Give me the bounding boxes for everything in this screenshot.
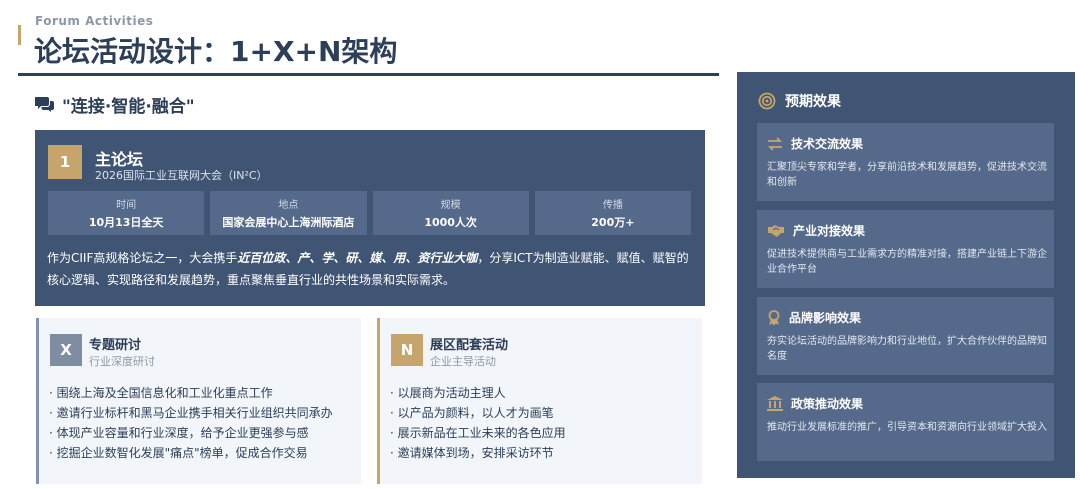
expected-effects-heading: 预期效果: [758, 91, 841, 111]
desc-emphasis: 近百位政、产、学、研、媒、用、资行业大咖: [237, 251, 478, 265]
effect-card-brand-influence: 品牌影响效果 夯实论坛活动的品牌影响力和行业地位，扩大合作伙伴的品牌知名度: [757, 297, 1054, 375]
main-forum-card: 1 主论坛 2026国际工业互联网大会（IN²C） 时间 10月13日全天 地点…: [35, 130, 705, 306]
main-forum-subtitle: 2026国际工业互联网大会（IN²C）: [95, 169, 268, 182]
comments-icon: [35, 97, 54, 112]
award-icon: [768, 309, 780, 325]
stat-label: 传播: [602, 200, 623, 211]
stat-value: 国家会展中心上海洲际酒店: [222, 216, 355, 229]
desc-text: 作为CIIF高规格论坛之一，大会携手: [47, 251, 238, 265]
effect-description: 促进技术提供商与工业需求方的精准对接，搭建产业链上下游企业合作平台: [767, 249, 1047, 275]
list-item: · 体现产业容量和行业深度，给予企业更强参与感: [49, 426, 309, 440]
effect-card-tech-exchange: 技术交流效果 汇聚顶尖专家和学者，分享前沿技术和发展趋势，促进技术交流和创新: [757, 123, 1054, 201]
effect-heading: 产业对接效果: [767, 222, 865, 239]
exhibit-activities-list: · 以展商为活动主理人 · 以产品为颜料，以人才为画笔 · 展示新品在工业未来的…: [390, 383, 566, 463]
expected-effects-title: 预期效果: [785, 94, 841, 110]
main-forum-badge: 1: [48, 145, 82, 179]
exhibit-activities-card: N 展区配套活动 企业主导活动 · 以展商为活动主理人 · 以产品为颜料，以人才…: [377, 318, 702, 484]
topic-seminar-card: X 专题研讨 行业深度研讨 · 围绕上海及全国信息化和工业化重点工作 · 邀请行…: [36, 318, 361, 484]
exhibit-activities-title: 展区配套活动: [430, 338, 509, 353]
effect-description: 汇聚顶尖专家和学者，分享前沿技术和发展趋势，促进技术交流和创新: [767, 162, 1047, 188]
effect-heading: 技术交流效果: [767, 135, 863, 152]
topic-seminar-title: 专题研讨: [89, 338, 142, 353]
topic-seminar-badge: X: [50, 334, 82, 366]
card-accent-bar: [36, 318, 39, 484]
stat-label: 地点: [278, 200, 299, 211]
list-item: · 邀请行业标杆和黑马企业携手相关行业组织共同承办: [49, 406, 333, 420]
stat-venue: 地点 国家会展中心上海洲际酒店: [210, 191, 367, 235]
effect-title: 政策推动效果: [791, 397, 864, 411]
list-item: · 邀请媒体到场，安排采访环节: [390, 446, 554, 460]
main-forum-description: 作为CIIF高规格论坛之一，大会携手近百位政、产、学、研、媒、用、资行业大咖，分…: [47, 247, 695, 291]
exhibit-activities-subtitle: 企业主导活动: [430, 355, 496, 368]
handshake-icon: [768, 224, 784, 237]
effect-title: 品牌影响效果: [789, 311, 862, 325]
section-heading: "连接·智能·融合": [35, 93, 195, 117]
stat-label: 时间: [116, 200, 137, 211]
list-item: · 围绕上海及全国信息化和工业化重点工作: [49, 386, 273, 400]
page-title: 论坛活动设计：1+X+N架构: [34, 35, 398, 68]
effect-title: 技术交流效果: [791, 137, 864, 151]
list-item: · 以产品为颜料，以人才为画笔: [390, 406, 554, 420]
header-eyebrow: Forum Activities: [35, 14, 154, 28]
stat-value: 200万+: [591, 216, 635, 229]
effect-card-policy-promotion: 政策推动效果 推动行业发展标准的推广，引导资本和资源向行业领域扩大投入: [757, 383, 1054, 461]
list-item: · 挖掘企业数智化发展"痛点"榜单，促成合作交易: [49, 446, 308, 460]
stat-scale: 规模 1000人次: [372, 191, 529, 235]
section-title: "连接·智能·融合": [62, 96, 195, 117]
stat-reach: 传播 200万+: [534, 191, 691, 235]
page-header: Forum Activities 论坛活动设计：1+X+N架构: [18, 12, 718, 78]
effect-heading: 品牌影响效果: [767, 309, 861, 326]
card-accent-bar: [377, 318, 380, 484]
target-icon: [758, 92, 776, 110]
effect-description: 夯实论坛活动的品牌影响力和行业地位，扩大合作伙伴的品牌知名度: [767, 336, 1047, 362]
stat-label: 规模: [440, 200, 461, 211]
list-item: · 以展商为活动主理人: [390, 386, 506, 400]
effect-title: 产业对接效果: [793, 224, 866, 238]
topic-seminar-subtitle: 行业深度研讨: [89, 355, 155, 368]
exhibit-activities-badge: N: [391, 334, 423, 366]
stat-value: 1000人次: [424, 216, 477, 229]
stat-value: 10月13日全天: [88, 216, 164, 229]
effect-heading: 政策推动效果: [767, 395, 863, 412]
header-accent-bar: [18, 25, 21, 45]
effect-card-industry-matching: 产业对接效果 促进技术提供商与工业需求方的精准对接，搭建产业链上下游企业合作平台: [757, 210, 1054, 288]
stat-time: 时间 10月13日全天: [48, 191, 205, 235]
effect-description: 推动行业发展标准的推广，引导资本和资源向行业领域扩大投入: [767, 422, 1047, 433]
topic-seminar-list: · 围绕上海及全国信息化和工业化重点工作 · 邀请行业标杆和黑马企业携手相关行业…: [49, 383, 333, 463]
landmark-icon: [767, 396, 783, 411]
list-item: · 展示新品在工业未来的各色应用: [390, 426, 566, 440]
header-divider: [18, 73, 719, 76]
main-forum-stats: 时间 10月13日全天 地点 国家会展中心上海洲际酒店 规模 1000人次 传播…: [48, 191, 691, 235]
expected-effects-panel: 预期效果 技术交流效果 汇聚顶尖专家和学者，分享前沿技术和发展趋势，促进技术交流…: [737, 72, 1075, 478]
exchange-icon: [767, 136, 783, 151]
